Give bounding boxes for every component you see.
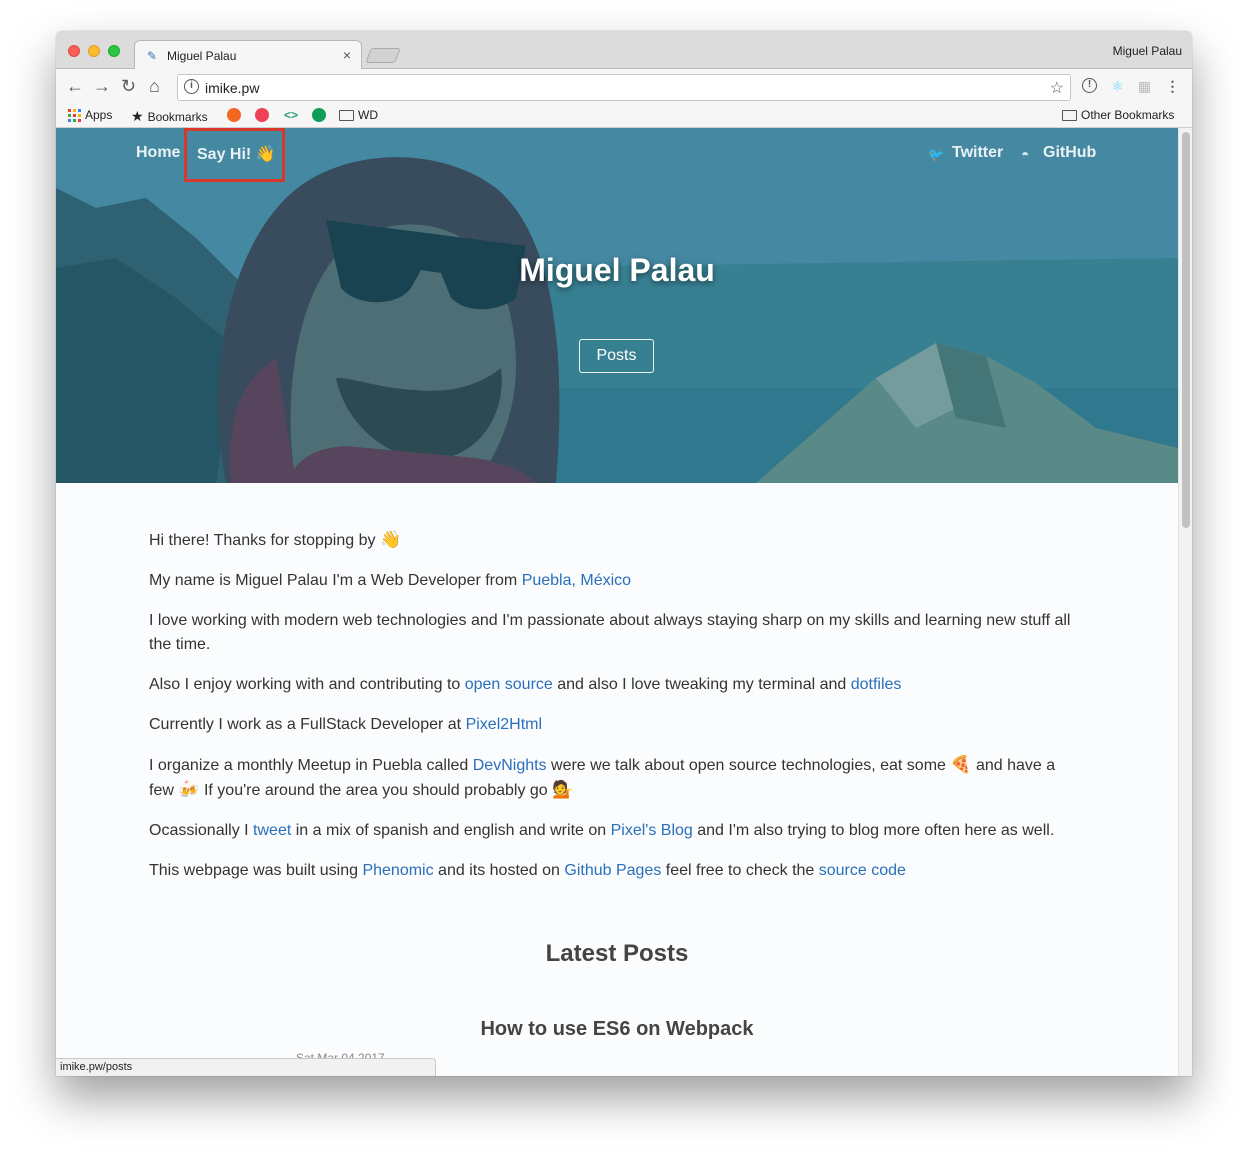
meetup-text-b: were we talk about open source technolog… bbox=[546, 757, 951, 774]
latest-posts-heading: Latest Posts bbox=[545, 940, 689, 967]
reload-icon[interactable]: ↻ bbox=[121, 76, 136, 96]
bookmark-star-icon[interactable]: ☆ bbox=[1050, 78, 1064, 98]
source-code-link[interactable]: source code bbox=[819, 862, 906, 879]
bookmark-code[interactable]: <> bbox=[284, 108, 298, 122]
maximize-window-button[interactable] bbox=[108, 45, 120, 57]
meetup-paragraph: I organize a monthly Meetup in Puebla ca… bbox=[149, 753, 1081, 803]
bookmark-music[interactable] bbox=[227, 108, 241, 122]
github-pages-link[interactable]: Github Pages bbox=[564, 862, 661, 879]
work-paragraph: Currently I work as a FullStack Develope… bbox=[149, 713, 1081, 737]
opensource-text-b: and also I love tweaking my terminal and bbox=[552, 676, 851, 693]
bookmark-pocket[interactable] bbox=[255, 108, 269, 122]
pixel2html-link[interactable]: Pixel2Html bbox=[466, 716, 542, 733]
pixels-blog-link[interactable]: Pixel's Blog bbox=[611, 822, 693, 839]
phenomic-link[interactable]: Phenomic bbox=[362, 862, 433, 879]
love-paragraph: I love working with modern web technolog… bbox=[149, 612, 1071, 653]
open-source-link[interactable]: open source bbox=[465, 676, 553, 693]
built-text-b: and its hosted on bbox=[433, 862, 565, 879]
close-window-button[interactable] bbox=[68, 45, 80, 57]
tab-title: Miguel Palau bbox=[167, 49, 237, 63]
tweet-link[interactable]: tweet bbox=[253, 822, 291, 839]
forward-icon[interactable]: → bbox=[93, 76, 111, 96]
blog-text-b: in a mix of spanish and english and writ… bbox=[291, 822, 611, 839]
folder-icon bbox=[339, 109, 354, 121]
bookmarks-bar: Apps ★ Bookmarks <> WD Other Bookmarks bbox=[56, 104, 1192, 128]
info-icon[interactable]: i bbox=[184, 79, 199, 94]
name-paragraph: My name is Miguel Palau I'm a Web Develo… bbox=[149, 569, 1081, 593]
home-icon[interactable]: ⌂ bbox=[149, 76, 160, 96]
built-text-c: feel free to check the bbox=[661, 862, 819, 879]
hero-banner: Home Say Hi! 👋 🐦 Twitter ◓ GitHub Miguel… bbox=[56, 128, 1178, 483]
folder-icon bbox=[1062, 109, 1077, 121]
bookmark-wd[interactable]: WD bbox=[339, 108, 378, 122]
blog-text-a: Ocassionally I bbox=[149, 822, 254, 839]
meetup-text-d: If you're around the area you should pro… bbox=[199, 782, 553, 799]
blog-paragraph: Ocassionally I tweet in a mix of spanish… bbox=[149, 819, 1081, 843]
posts-button[interactable]: Posts bbox=[579, 339, 654, 373]
nav-twitter-link[interactable]: Twitter bbox=[952, 144, 1003, 162]
tab-strip: ✎ Miguel Palau × Miguel Palau bbox=[56, 31, 1192, 70]
profile-name[interactable]: Miguel Palau bbox=[1113, 44, 1182, 58]
pizza-icon: 🍕 bbox=[950, 755, 972, 774]
apps-icon bbox=[68, 108, 81, 122]
url-text[interactable]: imike.pw bbox=[205, 80, 259, 96]
browser-toolbar: ← → ↻ ⌂ i imike.pw ☆ ! ⚛ ▦ ⋮ bbox=[56, 69, 1192, 104]
bookmark-other[interactable]: Other Bookmarks bbox=[1062, 108, 1174, 122]
nav-home-link[interactable]: Home bbox=[136, 144, 180, 162]
dotfiles-link[interactable]: dotfiles bbox=[851, 676, 902, 693]
react-devtools-icon[interactable]: ⚛ bbox=[1109, 78, 1126, 95]
new-tab-button[interactable] bbox=[365, 48, 401, 63]
extension-grid-icon[interactable]: ▦ bbox=[1136, 78, 1153, 95]
nav-github-link[interactable]: GitHub bbox=[1043, 144, 1096, 162]
name-text: My name is Miguel Palau I'm a Web Develo… bbox=[149, 572, 522, 589]
music-icon bbox=[227, 108, 241, 122]
twitter-icon[interactable]: 🐦 bbox=[928, 147, 944, 163]
devnights-link[interactable]: DevNights bbox=[473, 757, 547, 774]
beers-icon: 🍻 bbox=[178, 780, 200, 799]
bookmark-other-label: Other Bookmarks bbox=[1081, 108, 1175, 122]
bookmark-chat[interactable] bbox=[312, 108, 326, 122]
post-title-link[interactable]: How to use ES6 on Webpack bbox=[56, 1018, 1178, 1041]
built-text-a: This webpage was built using bbox=[149, 862, 363, 879]
bookmark-bookmarks[interactable]: ★ Bookmarks bbox=[131, 108, 208, 125]
bookmark-bookmarks-label: Bookmarks bbox=[147, 109, 208, 124]
back-icon[interactable]: ← bbox=[66, 76, 84, 96]
hero-title: Miguel Palau bbox=[519, 252, 715, 288]
close-tab-icon[interactable]: × bbox=[343, 47, 351, 63]
highlight-annotation bbox=[184, 128, 285, 182]
menu-icon[interactable]: ⋮ bbox=[1164, 78, 1181, 95]
bookmark-apps[interactable]: Apps bbox=[68, 108, 112, 122]
scroll-thumb[interactable] bbox=[1182, 132, 1190, 528]
github-icon[interactable]: ◓ bbox=[1021, 146, 1029, 162]
meetup-text-a: I organize a monthly Meetup in Puebla ca… bbox=[149, 757, 473, 774]
blog-text-c: and I'm also trying to blog more often h… bbox=[692, 822, 1055, 839]
code-icon: <> bbox=[284, 108, 299, 122]
built-paragraph: This webpage was built using Phenomic an… bbox=[149, 859, 1081, 883]
star-icon: ★ bbox=[131, 108, 144, 124]
pocket-icon bbox=[255, 108, 269, 122]
browser-window: ✎ Miguel Palau × Miguel Palau ← → ↻ ⌂ i … bbox=[56, 31, 1192, 1076]
browser-tab[interactable]: ✎ Miguel Palau × bbox=[134, 40, 362, 70]
bookmark-apps-label: Apps bbox=[85, 108, 113, 122]
person-tipping-hand-icon: 💁 bbox=[552, 780, 574, 799]
chat-icon bbox=[312, 108, 326, 122]
about-section: Hi there! Thanks for stopping by 👋 My na… bbox=[149, 528, 1081, 899]
opensource-paragraph: Also I enjoy working with and contributi… bbox=[149, 673, 1081, 697]
page-viewport: Home Say Hi! 👋 🐦 Twitter ◓ GitHub Miguel… bbox=[56, 128, 1192, 1076]
intro-text: Hi there! Thanks for stopping by bbox=[149, 532, 376, 549]
minimize-window-button[interactable] bbox=[88, 45, 100, 57]
intro-paragraph: Hi there! Thanks for stopping by 👋 bbox=[149, 528, 1081, 553]
opensource-text-a: Also I enjoy working with and contributi… bbox=[149, 676, 465, 693]
bookmark-wd-label: WD bbox=[358, 108, 378, 122]
favicon-icon: ✎ bbox=[147, 49, 158, 63]
page-scrollbar[interactable] bbox=[1178, 128, 1192, 1076]
address-bar[interactable]: i imike.pw ☆ bbox=[177, 74, 1071, 101]
puebla-link[interactable]: Puebla, México bbox=[522, 572, 631, 589]
work-text: Currently I work as a FullStack Develope… bbox=[149, 716, 466, 733]
wave-icon: 👋 bbox=[379, 530, 402, 549]
extension-1password-icon[interactable]: ! bbox=[1082, 78, 1097, 93]
status-bar: imike.pw/posts bbox=[56, 1058, 436, 1076]
